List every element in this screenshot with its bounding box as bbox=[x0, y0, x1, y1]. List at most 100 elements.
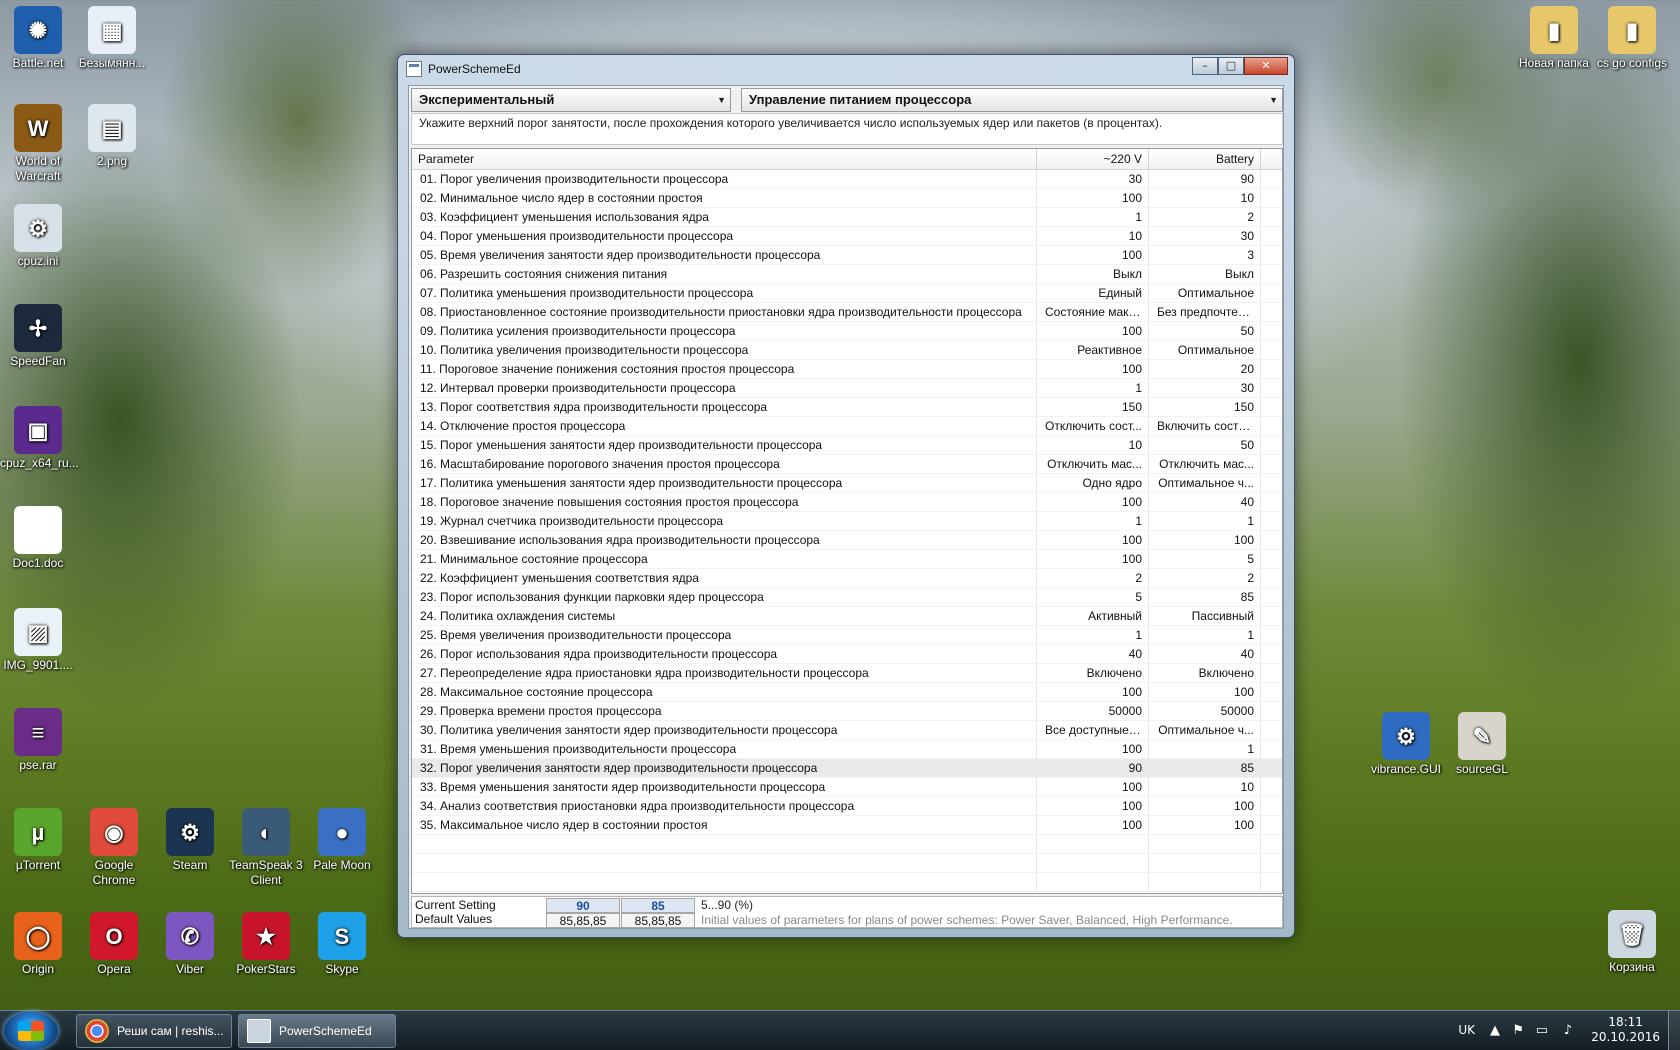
param-name-cell: 24. Политика охлаждения системы bbox=[412, 607, 1037, 625]
powerschemeed-window[interactable]: PowerSchemeEd – □ ✕ Экспериментальный ▼ … bbox=[397, 54, 1295, 938]
table-row[interactable]: 06. Разрешить состояния снижения питания… bbox=[412, 265, 1282, 284]
column-header-battery[interactable]: Battery bbox=[1149, 149, 1261, 169]
table-row[interactable]: 23. Порог использования функции парковки… bbox=[412, 588, 1282, 607]
desktop-icon-left-6[interactable]: ▣ cpuz_x64_ru... bbox=[0, 406, 79, 471]
network-icon[interactable]: ▭ bbox=[1536, 1023, 1548, 1038]
clock[interactable]: 18:11 20.10.2016 bbox=[1591, 1015, 1660, 1045]
table-row[interactable]: 07. Политика уменьшения производительнос… bbox=[412, 284, 1282, 303]
desktop-icon-label: World of Warcraft bbox=[15, 154, 61, 183]
table-row[interactable]: 34. Анализ соответствия приостановки ядр… bbox=[412, 797, 1282, 816]
table-row[interactable]: 35. Максимальное число ядер в состоянии … bbox=[412, 816, 1282, 835]
param-name-cell: 19. Журнал счетчика производительности п… bbox=[412, 512, 1037, 530]
table-row[interactable]: 09. Политика усиления производительности… bbox=[412, 322, 1282, 341]
show-desktop-button[interactable] bbox=[1668, 1011, 1680, 1050]
desktop-icon-right-1[interactable]: ✎ sourceGL bbox=[1444, 712, 1520, 777]
table-row[interactable]: 20. Взвешивание использования ядра произ… bbox=[412, 531, 1282, 550]
desktop-icon-left-0[interactable]: ✺ Battle.net bbox=[0, 6, 76, 71]
dock1-3-icon: ◐ bbox=[242, 808, 290, 856]
battery-value-cell: 100 bbox=[1149, 816, 1261, 834]
desktop-icon-left-4[interactable]: ⚙ cpuz.ini bbox=[0, 204, 76, 269]
desktop-icon-dock2-1[interactable]: O Opera bbox=[76, 912, 152, 977]
column-header-parameter[interactable]: Parameter bbox=[412, 149, 1037, 169]
desktop-icon-label: Корзина bbox=[1609, 960, 1655, 974]
desktop-icon-dock1-3[interactable]: ◐ TeamSpeak 3 Client bbox=[228, 808, 304, 888]
table-row[interactable]: 32. Порог увеличения занятости ядер прои… bbox=[412, 759, 1282, 778]
column-header-ac[interactable]: ~220 V bbox=[1037, 149, 1149, 169]
current-dc-value[interactable]: 85 bbox=[621, 898, 695, 913]
desktop-icon-right-0[interactable]: ⚙ vibrance.GUI bbox=[1368, 712, 1444, 777]
taskbar-button-chrome[interactable]: Реши сам | reshis... bbox=[76, 1014, 232, 1048]
volume-icon[interactable]: ♪ bbox=[1564, 1023, 1572, 1038]
table-row[interactable]: 08. Приостановленное состояние производи… bbox=[412, 303, 1282, 322]
desktop-icon-right-3[interactable]: ▮ cs go configs bbox=[1594, 6, 1670, 71]
table-row[interactable]: 13. Порог соответствия ядра производител… bbox=[412, 398, 1282, 417]
icon-glyph: ✎ bbox=[1472, 723, 1492, 749]
table-row[interactable]: 29. Проверка времени простоя процессора 5… bbox=[412, 702, 1282, 721]
table-row[interactable]: 22. Коэффициент уменьшения соответствия … bbox=[412, 569, 1282, 588]
window-client-area: Экспериментальный ▼ Управление питанием … bbox=[408, 85, 1284, 929]
desktop-icon-dock1-2[interactable]: ⚙ Steam bbox=[152, 808, 228, 873]
desktop-icon-left-9[interactable]: ≡ pse.rar bbox=[0, 708, 76, 773]
table-row[interactable]: 26. Порог использования ядра производите… bbox=[412, 645, 1282, 664]
table-row[interactable]: 01. Порог увеличения производительности … bbox=[412, 170, 1282, 189]
start-button[interactable] bbox=[4, 1012, 58, 1050]
desktop-icon-left-7[interactable]: Doc1.doc bbox=[0, 506, 76, 571]
group-select[interactable]: Управление питанием процессора ▼ bbox=[741, 88, 1283, 112]
table-row[interactable]: 03. Коэффициент уменьшения использования… bbox=[412, 208, 1282, 227]
table-row[interactable]: 12. Интервал проверки производительности… bbox=[412, 379, 1282, 398]
empty-cell bbox=[1149, 854, 1261, 872]
table-row[interactable]: 30. Политика увеличения занятости ядер п… bbox=[412, 721, 1282, 740]
taskbar-button-powerschemeed[interactable]: PowerSchemeEd bbox=[238, 1014, 396, 1048]
desktop-icon-dock1-4[interactable]: ● Pale Moon bbox=[304, 808, 380, 873]
param-name-cell: 25. Время увеличения производительности … bbox=[412, 626, 1037, 644]
param-name-cell: 08. Приостановленное состояние производи… bbox=[412, 303, 1037, 321]
table-row[interactable]: 31. Время уменьшения производительности … bbox=[412, 740, 1282, 759]
table-row[interactable]: 04. Порог уменьшения производительности … bbox=[412, 227, 1282, 246]
desktop-icon-left-2[interactable]: W World of Warcraft bbox=[0, 104, 76, 184]
table-row[interactable]: 05. Время увеличения занятости ядер прои… bbox=[412, 246, 1282, 265]
desktop-icon-right-2[interactable]: ▮ Новая папка bbox=[1516, 6, 1592, 71]
desktop-icon-right-4[interactable]: 🗑 Корзина bbox=[1594, 910, 1670, 975]
current-ac-value[interactable]: 90 bbox=[546, 898, 620, 913]
table-row[interactable]: 10. Политика увеличения производительнос… bbox=[412, 341, 1282, 360]
param-name-cell: 28. Максимальное состояние процессора bbox=[412, 683, 1037, 701]
action-center-flag-icon[interactable]: ⚑ bbox=[1512, 1023, 1524, 1038]
show-hidden-icons-icon[interactable]: ▲ bbox=[1490, 1023, 1500, 1038]
desktop-icon-left-3[interactable]: ▤ 2.png bbox=[74, 104, 150, 169]
close-button[interactable]: ✕ bbox=[1244, 57, 1288, 75]
table-row[interactable]: 02. Минимальное число ядер в состоянии п… bbox=[412, 189, 1282, 208]
table-row[interactable]: 11. Пороговое значение понижения состоян… bbox=[412, 360, 1282, 379]
table-row[interactable]: 24. Политика охлаждения системы Активный П… bbox=[412, 607, 1282, 626]
table-row[interactable]: 21. Минимальное состояние процессора 100 5 bbox=[412, 550, 1282, 569]
maximize-button[interactable]: □ bbox=[1218, 57, 1244, 75]
desktop-icon-left-5[interactable]: ✢ SpeedFan bbox=[0, 304, 76, 369]
desktop-icon-dock2-4[interactable]: S Skype bbox=[304, 912, 380, 977]
table-row[interactable]: 14. Отключение простоя процессора Отключи… bbox=[412, 417, 1282, 436]
desktop-icon-left-8[interactable]: ▨ IMG_9901.... bbox=[0, 608, 76, 673]
table-row[interactable]: 15. Порог уменьшения занятости ядер прои… bbox=[412, 436, 1282, 455]
desktop-icon-dock1-0[interactable]: µ µTorrent bbox=[0, 808, 76, 873]
desktop-icon-left-1[interactable]: ▦ Безымянн... bbox=[74, 6, 150, 71]
param-name-cell: 17. Политика уменьшения занятости ядер п… bbox=[412, 474, 1037, 492]
table-row[interactable]: 17. Политика уменьшения занятости ядер п… bbox=[412, 474, 1282, 493]
scheme-select[interactable]: Экспериментальный ▼ bbox=[411, 88, 731, 112]
table-row[interactable]: 18. Пороговое значение повышения состоян… bbox=[412, 493, 1282, 512]
table-row[interactable]: 27. Переопределение ядра приостановки яд… bbox=[412, 664, 1282, 683]
table-row[interactable]: 16. Масштабирование порогового значения … bbox=[412, 455, 1282, 474]
desktop-icon-dock2-2[interactable]: ✆ Viber bbox=[152, 912, 228, 977]
desktop-icon-dock2-3[interactable]: ★ PokerStars bbox=[228, 912, 304, 977]
language-indicator[interactable]: UK bbox=[1458, 1023, 1475, 1037]
parameters-table[interactable]: Parameter ~220 V Battery 01. Порог увели… bbox=[411, 148, 1283, 894]
table-row[interactable]: 33. Время уменьшения занятости ядер прои… bbox=[412, 778, 1282, 797]
param-name-cell: 21. Минимальное состояние процессора bbox=[412, 550, 1037, 568]
desktop-icon-dock2-0[interactable]: ◯ Origin bbox=[0, 912, 76, 977]
table-row[interactable]: 19. Журнал счетчика производительности п… bbox=[412, 512, 1282, 531]
table-row[interactable]: 28. Максимальное состояние процессора 100… bbox=[412, 683, 1282, 702]
param-name-cell: 26. Порог использования ядра производите… bbox=[412, 645, 1037, 663]
empty-cell bbox=[412, 873, 1037, 891]
desktop-icon-dock1-1[interactable]: ◉ Google Chrome bbox=[76, 808, 152, 888]
minimize-button[interactable]: – bbox=[1192, 57, 1218, 75]
param-name-cell: 12. Интервал проверки производительности… bbox=[412, 379, 1037, 397]
table-row[interactable]: 25. Время увеличения производительности … bbox=[412, 626, 1282, 645]
window-titlebar[interactable]: PowerSchemeEd bbox=[398, 55, 1294, 83]
